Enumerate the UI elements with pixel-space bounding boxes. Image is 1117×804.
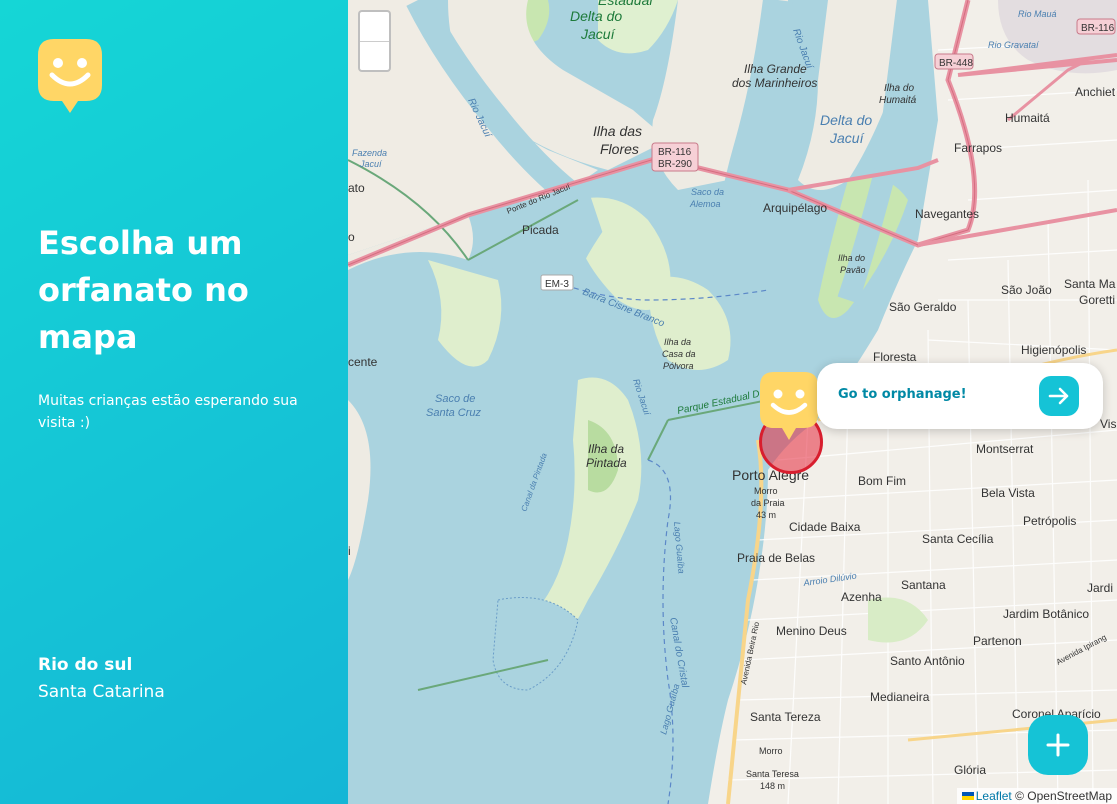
map-label: 148 m [760,781,785,791]
map-label: Higienópolis [1021,343,1086,357]
map-label: Petrópolis [1023,514,1076,528]
map-label: Arquipélago [763,201,827,215]
map-label: Santa Tereza [750,710,821,724]
map-label: Vis [1100,417,1116,431]
ukraine-flag-icon [961,792,974,800]
city-name: Rio do sul [38,655,133,675]
map-label: Pavão [840,265,866,275]
map-label: Jacuí [580,26,617,42]
map-label: Cidade Baixa [789,520,861,534]
app: Escolha um orfanato no mapa Muitas crian… [0,0,1117,804]
map-label: 43 m [756,510,776,520]
map-label: Morro [759,746,783,756]
map-label: da Praia [751,498,785,508]
go-to-orphanage-button[interactable] [1039,376,1079,416]
osm-attribution[interactable]: © OpenStreetMap [1015,789,1112,803]
map-label: Santana [901,578,946,592]
map-label: Fazenda [352,148,387,158]
map-label: Ilha das [593,123,642,139]
map-label: São João [1001,283,1052,297]
map-label: Humaitá [879,95,917,106]
map-label: BR-116 [1081,23,1115,34]
zoom-in-button[interactable] [360,12,389,41]
map-label: i [348,544,351,558]
arrow-right-icon [1048,387,1069,405]
map-label: Menino Deus [776,624,847,638]
map-label: Ilha da [664,337,691,347]
map-label: Bela Vista [981,486,1035,500]
map-label: Azenha [841,590,882,604]
map-label: Jardim Botânico [1003,607,1089,621]
map-label: Flores [600,141,639,157]
orphanage-marker-icon[interactable] [760,372,818,440]
map-label: Farrapos [954,141,1002,155]
map-label: Picada [522,223,559,237]
happy-face-pin-icon [38,39,102,113]
popup-label[interactable]: Go to orphanage! [838,387,967,402]
map-label: Santa Teresa [746,769,799,779]
map-label: Santo Antônio [890,654,965,668]
leaflet-link[interactable]: Leaflet [976,789,1012,803]
map-label: Bom Fim [858,474,906,488]
location-info: Rio do sul Santa Catarina [38,652,165,706]
map-label: Medianeira [870,690,930,704]
map-label: Jardi [1087,581,1113,595]
map-label: Humaitá [1005,111,1050,125]
page-subtitle: Muitas crianças estão esperando sua visi… [38,393,298,431]
zoom-control [358,10,391,72]
map-label: Jacuí [359,159,383,169]
orphanage-popup: Go to orphanage! [817,363,1103,429]
map-label: Goretti [1079,293,1115,307]
map-label: Rio Gravataí [988,40,1040,50]
map-label: Alemoa [689,199,721,209]
map-label: dos Marinheiros [732,76,817,90]
zoom-out-button[interactable] [360,42,389,71]
map-label: Saco de [435,393,475,405]
map-label: Glória [954,763,986,777]
map-label: Santa Cruz [426,407,482,419]
map-label: Ilha da [588,442,624,456]
map-label: Estadual [598,0,653,8]
map-label: BR-448 [939,58,973,69]
map-label: Casa da [662,349,696,359]
map-label: Delta do [820,112,872,128]
map-label: Ilha do [838,253,865,263]
map-label: Floresta [873,350,917,364]
map-label: Ilha Grande [744,62,807,76]
map-label: Praia de Belas [737,551,815,565]
map-label: EM-3 [545,279,569,290]
sidebar: Escolha um orfanato no mapa Muitas crian… [0,0,348,804]
map-label: Partenon [973,634,1022,648]
state-name: Santa Catarina [38,682,165,702]
map-label: Delta do [570,8,622,24]
map-label: BR-116 [658,147,692,158]
map-label: Santa Ma [1064,277,1116,291]
map-label: Anchiet [1075,85,1116,99]
map-label: BR-290 [658,159,692,170]
add-orphanage-button[interactable] [1028,715,1088,775]
plus-icon [1046,733,1070,757]
map-label: Jacuí [829,130,866,146]
map-label: o [348,230,355,244]
map-label: Navegantes [915,207,979,221]
map-label: Pólvora [663,361,694,371]
map-label: Ilha do [884,83,914,94]
map-label: Santa Cecília [922,532,994,546]
map-label: cente [348,355,378,369]
map-label: São Geraldo [889,300,957,314]
map[interactable]: Estadual Delta do Jacuí Rio Jacuí Rio Ja… [348,0,1117,804]
map-label: Pintada [586,456,627,470]
map-label: Saco da [691,187,724,197]
map-label: ato [348,181,365,195]
page-title: Escolha um orfanato no mapa [38,224,249,356]
map-label: Morro [754,486,778,496]
map-label: Montserrat [976,442,1034,456]
map-attribution: Leaflet © OpenStreetMap [956,788,1117,804]
map-label: Rio Mauá [1018,9,1057,19]
